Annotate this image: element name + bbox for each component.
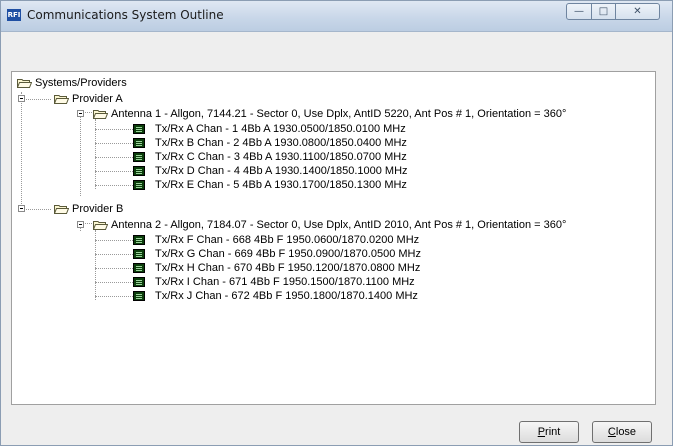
tree-connector	[95, 296, 133, 297]
tree-connector	[21, 209, 51, 210]
print-button-mnemonic: P	[537, 426, 546, 438]
outline-tree[interactable]: Systems/Providers Provider A Antenna 1 -…	[11, 71, 656, 405]
tree-connector	[95, 254, 133, 255]
print-button[interactable]: Print	[519, 421, 579, 443]
open-folder-icon	[93, 221, 108, 230]
maximize-button[interactable]: □	[592, 3, 616, 20]
tree-connector	[95, 268, 133, 269]
channel-label: Tx/Rx H Chan - 670 4Bb F 1950.1200/1870.…	[155, 262, 421, 274]
app-icon: RFI	[7, 9, 21, 21]
tree-connector	[95, 157, 133, 158]
channel-label: Tx/Rx G Chan - 669 4Bb F 1950.0900/1870.…	[155, 248, 421, 260]
channel-icon	[133, 138, 145, 148]
title-bar[interactable]: RFI Communications System Outline — □ ✕	[1, 1, 672, 32]
antenna-label: Antenna 2 - Allgon, 7184.07 - Sector 0, …	[111, 219, 567, 231]
tree-connector	[95, 240, 133, 241]
close-button-mnemonic: C	[607, 426, 616, 438]
window-title: Communications System Outline	[27, 8, 224, 22]
channel-label: Tx/Rx I Chan - 671 4Bb F 1950.1500/1870.…	[155, 276, 415, 288]
collapse-toggle-icon[interactable]	[77, 110, 84, 117]
tree-connector	[95, 185, 133, 186]
collapse-toggle-icon[interactable]	[77, 221, 84, 228]
channel-label: Tx/Rx C Chan - 3 4Bb A 1930.1100/1850.07…	[155, 151, 407, 163]
window-controls: — □ ✕	[566, 3, 660, 23]
close-button[interactable]: Close	[592, 421, 652, 443]
open-folder-icon	[54, 205, 69, 214]
tree-connector	[95, 282, 133, 283]
channel-label: Tx/Rx J Chan - 672 4Bb F 1950.1800/1870.…	[155, 290, 418, 302]
channel-icon	[133, 263, 145, 273]
tree-connector	[21, 92, 22, 210]
tree-connector	[95, 143, 133, 144]
tree-connector	[95, 171, 133, 172]
antenna-label: Antenna 1 - Allgon, 7144.21 - Sector 0, …	[111, 108, 567, 120]
channel-icon	[133, 235, 145, 245]
channel-label: Tx/Rx B Chan - 2 4Bb A 1930.0800/1850.04…	[155, 137, 407, 149]
channel-icon	[133, 180, 145, 190]
close-window-button[interactable]: ✕	[616, 3, 660, 20]
open-folder-icon	[54, 95, 69, 104]
open-folder-icon	[17, 79, 32, 88]
tree-connector	[21, 99, 51, 100]
channel-label: Tx/Rx F Chan - 668 4Bb F 1950.0600/1870.…	[155, 234, 420, 246]
channel-icon	[133, 291, 145, 301]
print-button-label: rint	[545, 426, 561, 438]
channel-icon	[133, 152, 145, 162]
app-window: RFI Communications System Outline — □ ✕	[0, 0, 673, 446]
open-folder-icon	[93, 110, 108, 119]
channel-icon	[133, 277, 145, 287]
channel-icon	[133, 166, 145, 176]
collapse-toggle-icon[interactable]	[18, 205, 25, 212]
provider-label: Provider B	[72, 203, 124, 215]
channel-icon	[133, 124, 145, 134]
channel-label: Tx/Rx A Chan - 1 4Bb A 1930.0500/1850.01…	[155, 123, 406, 135]
tree-connector	[80, 112, 81, 196]
tree-connector	[95, 129, 133, 130]
close-button-label: lose	[615, 426, 637, 438]
channel-label: Tx/Rx D Chan - 4 4Bb A 1930.1400/1850.10…	[155, 165, 408, 177]
tree-root-label: Systems/Providers	[35, 77, 127, 89]
minimize-button[interactable]: —	[566, 3, 592, 20]
provider-label: Provider A	[72, 93, 123, 105]
channel-label: Tx/Rx E Chan - 5 4Bb A 1930.1700/1850.13…	[155, 179, 407, 191]
channel-icon	[133, 249, 145, 259]
collapse-toggle-icon[interactable]	[18, 95, 25, 102]
